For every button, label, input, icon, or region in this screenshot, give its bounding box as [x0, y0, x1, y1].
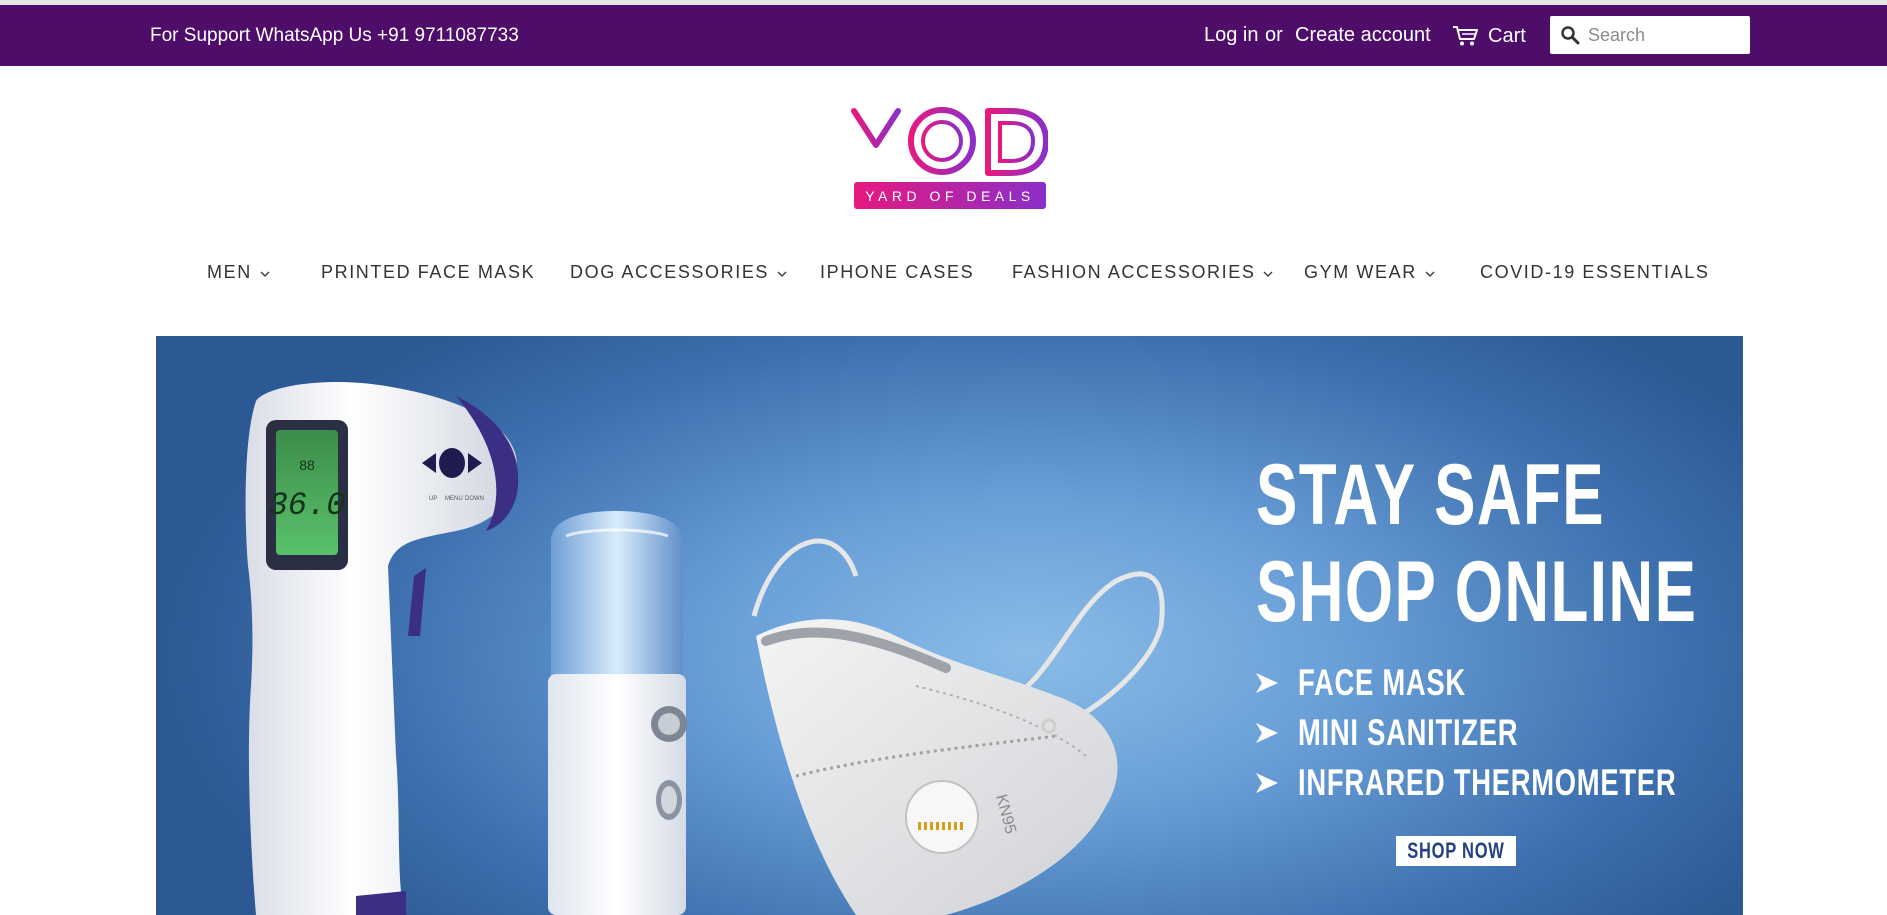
thermometer-image: 88 36.0 UP MENU DOWN	[245, 381, 519, 915]
nav-item-fashion-accessories[interactable]: FASHION ACCESSORIES	[1012, 262, 1273, 283]
cart-label: Cart	[1488, 24, 1526, 47]
nav-item-men[interactable]: MEN	[207, 262, 270, 283]
nav-item-label: MEN	[207, 262, 252, 282]
banner-headline-1: STAY SAFE	[1256, 447, 1606, 543]
thermometer-button-up: UP	[429, 496, 437, 502]
login-link[interactable]: Log in	[1204, 24, 1259, 47]
thermometer-top-reading: 88	[299, 457, 315, 473]
banner-bullet: INFRARED THERMOMETER	[1256, 762, 1743, 804]
main-navigation: MEN PRINTED FACE MASK DOG ACCESSORIES IP…	[0, 262, 1887, 292]
or-separator: or	[1265, 24, 1283, 46]
nav-item-gym-wear[interactable]: GYM WEAR	[1304, 262, 1435, 283]
nav-item-iphone-cases[interactable]: IPHONE CASES	[820, 262, 974, 283]
banner-bullet: MINI SANITIZER	[1256, 712, 1596, 754]
arrow-right-icon	[1256, 773, 1278, 793]
chevron-down-icon	[260, 271, 270, 277]
chevron-down-icon	[1425, 271, 1435, 277]
shop-now-button[interactable]: SHOP NOW	[1396, 836, 1516, 866]
cart-icon	[1452, 25, 1478, 47]
support-whatsapp-text: For Support WhatsApp Us +91 9711087733	[150, 25, 519, 46]
nav-item-label: FASHION ACCESSORIES	[1012, 262, 1256, 282]
search-icon[interactable]	[1560, 25, 1580, 45]
logo-tagline: YARD OF DEALS	[865, 188, 1035, 204]
shop-now-label: SHOP NOW	[1407, 838, 1505, 863]
banner-bullet-text: FACE MASK	[1298, 662, 1466, 703]
search-box	[1550, 16, 1750, 54]
nav-item-label: GYM WEAR	[1304, 262, 1417, 282]
banner-bullet-text: MINI SANITIZER	[1298, 712, 1519, 753]
nav-item-label: PRINTED FACE MASK	[321, 262, 536, 282]
chevron-down-icon	[1264, 271, 1273, 277]
nav-item-label: DOG ACCESSORIES	[570, 262, 770, 282]
kn95-mask-image: KN95	[751, 538, 1165, 915]
hero-banner[interactable]: 88 36.0 UP MENU DOWN KN95 STAY SAFE SHOP…	[156, 336, 1743, 915]
banner-bullet: FACE MASK	[1256, 662, 1525, 704]
arrow-right-icon	[1256, 673, 1278, 693]
create-account-link[interactable]: Create account	[1295, 24, 1431, 47]
nav-item-dog-accessories[interactable]: DOG ACCESSORIES	[570, 262, 787, 283]
arrow-right-icon	[1256, 723, 1278, 743]
cart-link[interactable]: Cart	[1452, 23, 1526, 49]
thermometer-reading: 36.0	[269, 487, 346, 524]
nav-item-label: IPHONE CASES	[820, 262, 975, 282]
mini-sanitizer-image	[548, 511, 687, 915]
search-input[interactable]	[1588, 24, 1738, 46]
site-logo[interactable]: YARD OF DEALS	[850, 105, 1048, 211]
banner-bullet-text: INFRARED THERMOMETER	[1298, 762, 1677, 803]
thermometer-button-menu: MENU	[445, 496, 463, 502]
thermometer-button-down: DOWN	[465, 496, 484, 502]
nav-item-covid-19-essentials[interactable]: COVID-19 ESSENTIALS	[1480, 262, 1709, 283]
banner-headline-2: SHOP ONLINE	[1256, 544, 1698, 640]
nav-item-printed-face-mask[interactable]: PRINTED FACE MASK	[321, 262, 535, 283]
chevron-down-icon	[777, 271, 787, 277]
top-bar: For Support WhatsApp Us +91 9711087733 L…	[0, 5, 1887, 66]
nav-item-label: COVID-19 ESSENTIALS	[1480, 262, 1710, 282]
